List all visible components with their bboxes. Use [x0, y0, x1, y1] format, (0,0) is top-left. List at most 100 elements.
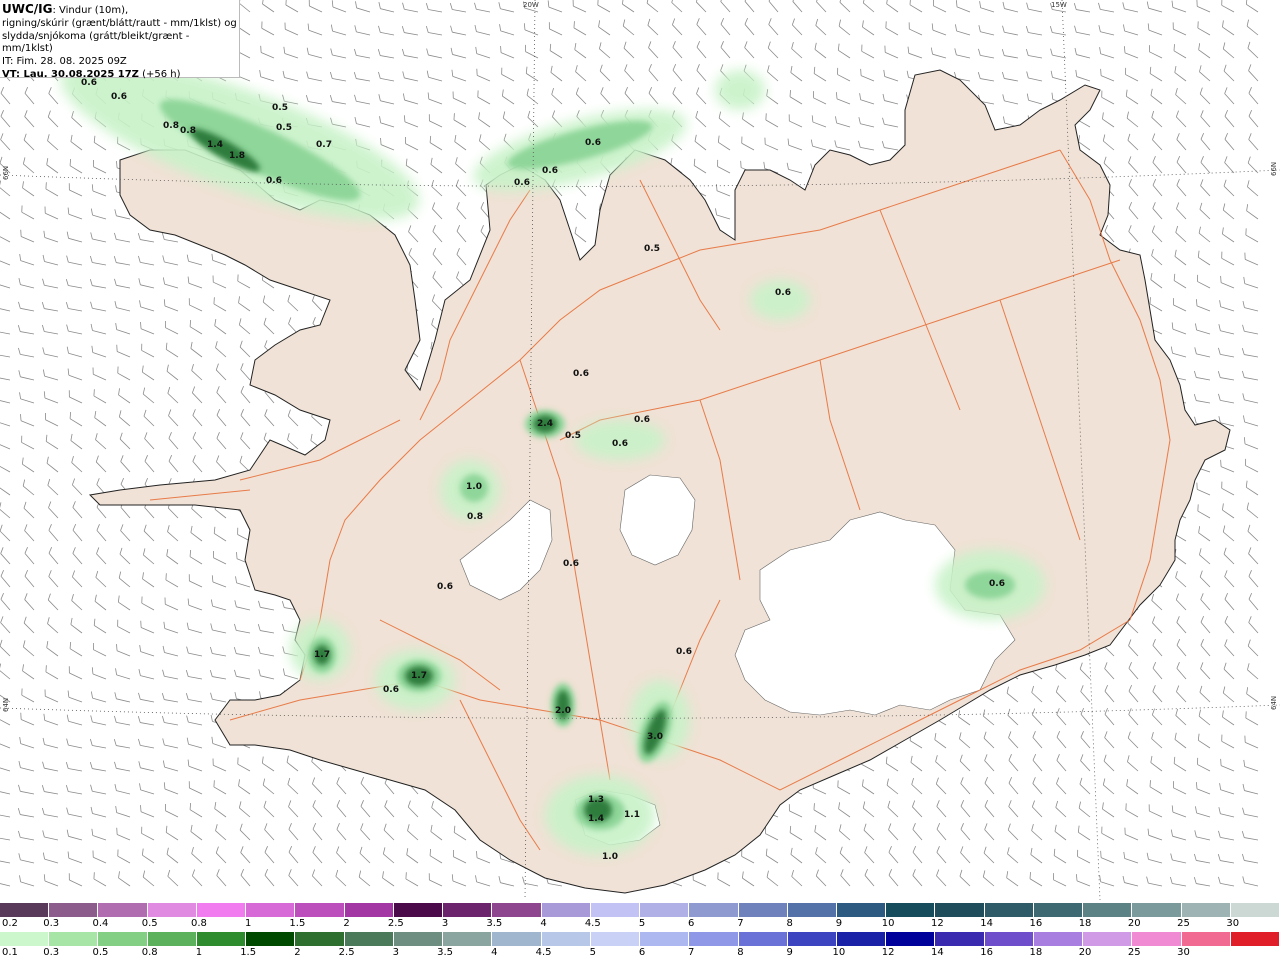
wind-barb	[1222, 227, 1235, 243]
wind-barb	[720, 17, 731, 36]
wind-barb	[262, 0, 275, 13]
wind-barb	[191, 363, 203, 381]
wind-barb	[213, 526, 227, 542]
wind-barb	[359, 846, 371, 864]
wind-barb	[89, 255, 107, 266]
wind-barb	[983, 846, 995, 864]
wind-barb	[305, 94, 323, 105]
wind-barb	[165, 320, 179, 335]
wind-barb	[138, 278, 155, 289]
wind-barb	[18, 761, 35, 772]
wind-barb	[19, 875, 35, 887]
wind-barb	[1197, 757, 1211, 772]
wind-barb	[66, 255, 83, 266]
wind-barb	[209, 646, 227, 657]
wind-barb	[1218, 393, 1235, 404]
precip-value-label: 0.6	[989, 579, 1005, 589]
wind-barb	[287, 433, 299, 450]
wind-barb	[19, 736, 35, 749]
wind-barb	[70, 134, 83, 151]
wind-barb	[91, 667, 107, 680]
wind-barb	[1001, 49, 1019, 59]
legend-swatch	[541, 903, 591, 917]
wind-barb	[1195, 806, 1211, 818]
wind-barb	[114, 301, 131, 312]
wind-barb	[1245, 228, 1259, 243]
wind-barb	[474, 24, 491, 36]
wind-barb	[258, 669, 275, 680]
legend-tick-label: 30	[1177, 947, 1190, 958]
wind-barb	[0, 283, 11, 289]
wind-barb	[959, 869, 971, 887]
wind-barb	[336, 777, 347, 795]
wind-barb	[288, 800, 299, 818]
wind-barb	[1101, 826, 1115, 841]
wind-barb	[742, 112, 755, 128]
wind-barb	[1175, 110, 1187, 128]
wind-barb	[42, 347, 59, 358]
wind-barb	[454, 135, 467, 151]
wind-barb	[162, 277, 179, 289]
wind-barb	[744, 17, 755, 36]
wind-barb	[1175, 708, 1187, 726]
header-snow-line: slydda/snjókoma (grátt/bleikt/grænt - mm…	[2, 30, 190, 55]
wind-barb	[18, 830, 35, 841]
wind-barb	[451, 874, 467, 887]
wind-barb	[1124, 46, 1139, 59]
precip-value-label: 0.6	[437, 582, 453, 592]
wind-barb	[1241, 831, 1259, 841]
wind-barb	[1224, 132, 1235, 151]
legend-tick-label: 4.5	[584, 918, 601, 929]
wind-barb	[1031, 800, 1043, 818]
precip-value-label: 1.4	[207, 140, 223, 150]
wind-barb	[118, 388, 131, 404]
precip-value-label: 0.6	[563, 559, 579, 569]
wind-barb	[671, 0, 683, 13]
wind-barb	[47, 478, 59, 496]
wind-barb	[138, 669, 155, 680]
wind-barb	[238, 296, 251, 312]
wind-barb	[71, 455, 83, 473]
wind-barb	[475, 875, 491, 887]
wind-barb	[42, 737, 59, 749]
wind-barb	[476, 68, 491, 82]
precip-value-label: 0.6	[612, 439, 628, 449]
wind-barb	[696, 87, 707, 105]
wind-barb	[186, 737, 203, 749]
wind-barb	[47, 134, 59, 151]
wind-barb	[1103, 156, 1115, 174]
legend-swatch	[98, 932, 148, 946]
wind-barb	[907, 46, 923, 59]
wind-barb	[1176, 155, 1187, 174]
wind-barb	[90, 806, 107, 818]
wind-barb	[1080, 685, 1091, 703]
wind-barb	[502, 111, 515, 128]
wind-barb	[764, 137, 779, 151]
wind-barb	[42, 278, 59, 289]
wind-barb	[1104, 662, 1115, 680]
wind-barb	[90, 784, 107, 795]
wind-barb	[0, 790, 11, 795]
wind-barb	[42, 254, 59, 266]
wind-barb	[91, 184, 107, 197]
wind-barb	[1152, 616, 1163, 634]
wind-barb	[1242, 853, 1259, 864]
wind-barb	[329, 71, 347, 82]
wind-barb	[1242, 876, 1259, 887]
wind-barb	[790, 847, 803, 864]
wind-barb	[187, 598, 203, 611]
wind-barb	[717, 159, 731, 174]
wind-barb	[1221, 0, 1235, 13]
wind-barb	[1102, 134, 1115, 151]
wind-barb	[1200, 179, 1211, 197]
wind-barb	[1196, 0, 1211, 13]
wind-barb	[982, 870, 995, 887]
wind-barb	[450, 25, 467, 36]
legend-swatch	[443, 932, 493, 946]
wind-barb	[113, 739, 131, 749]
wind-barb	[238, 779, 251, 795]
wind-barb	[401, 26, 419, 36]
wind-barb	[1242, 783, 1259, 795]
wind-barb	[574, 42, 587, 59]
wind-barb	[18, 370, 35, 381]
